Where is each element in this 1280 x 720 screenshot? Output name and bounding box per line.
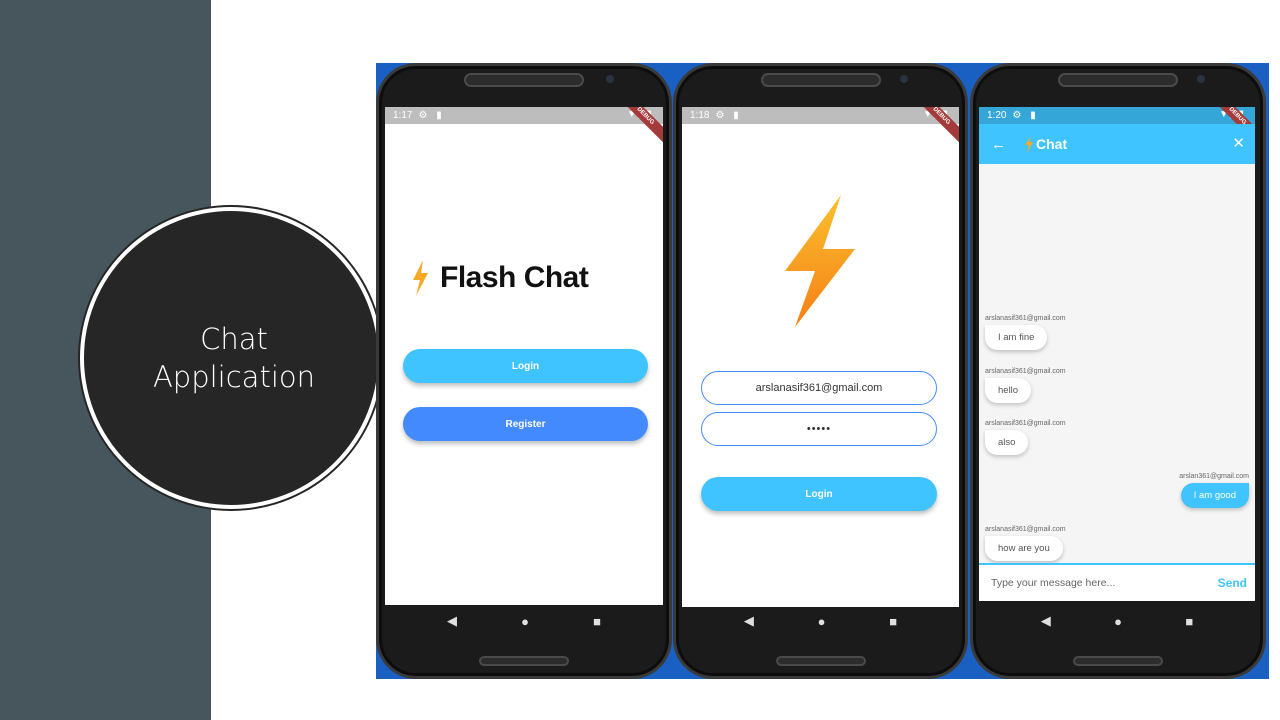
message-bubble: how are you bbox=[985, 536, 1063, 561]
phone-chat: 1:20 ⚙ ▮ ▼◢▮ DEBUG ← Chat ✕ arslanasif36… bbox=[970, 63, 1266, 679]
title-line-1: Chat bbox=[200, 322, 268, 356]
earpiece bbox=[760, 73, 881, 87]
back-nav-icon[interactable]: ◀ bbox=[744, 613, 754, 629]
back-nav-icon[interactable]: ◀ bbox=[447, 613, 457, 629]
earpiece bbox=[1058, 73, 1178, 87]
earpiece bbox=[464, 73, 584, 87]
login-screen: 1:18 ⚙ ▮ ▼◢▮ DEBUG arslanasif361@gmail.c… bbox=[682, 107, 959, 607]
title-line-2: Application bbox=[152, 360, 316, 394]
chat-title: Chat bbox=[1036, 136, 1068, 152]
front-camera bbox=[1197, 75, 1205, 83]
message-sender: arslanasif361@gmail.com bbox=[985, 315, 1066, 322]
recents-nav-icon[interactable]: ■ bbox=[593, 614, 601, 629]
lightning-bolt-icon bbox=[785, 195, 855, 327]
register-button[interactable]: Register bbox=[403, 407, 648, 441]
chat-app-bar: ← Chat ✕ bbox=[979, 124, 1255, 164]
front-camera bbox=[900, 75, 908, 83]
android-nav-bar: ◀ ● ■ bbox=[682, 604, 959, 638]
status-bar: 1:20 ⚙ ▮ ▼◢▮ DEBUG bbox=[979, 107, 1255, 149]
bottom-speaker bbox=[775, 656, 866, 666]
status-time: 1:18 bbox=[690, 110, 710, 121]
home-nav-icon[interactable]: ● bbox=[1114, 614, 1122, 629]
title-circle: Chat Application bbox=[80, 207, 382, 509]
message-bubble: hello bbox=[985, 378, 1032, 403]
status-time: 1:20 bbox=[987, 110, 1007, 121]
login-button[interactable]: Login bbox=[403, 349, 648, 383]
android-nav-bar: ◀ ● ■ bbox=[979, 604, 1255, 638]
password-field[interactable]: ••••• bbox=[701, 412, 937, 446]
message-bubble: also bbox=[985, 430, 1029, 455]
status-left-icons: ⚙ ▮ bbox=[418, 110, 445, 121]
message-sender: arslanasif361@gmail.com bbox=[985, 368, 1066, 375]
recents-nav-icon[interactable]: ■ bbox=[889, 614, 897, 629]
status-left-icons: ⚙ ▮ bbox=[715, 110, 742, 121]
phone-welcome: 1:17 ⚙ ▮ ▼◢▮ DEBUG Flash Chat Login Regi… bbox=[376, 63, 672, 679]
message-composer: Type your message here... Send bbox=[979, 563, 1255, 601]
chat-screen: 1:20 ⚙ ▮ ▼◢▮ DEBUG ← Chat ✕ arslanasif36… bbox=[979, 107, 1255, 601]
back-arrow-icon[interactable]: ← bbox=[991, 136, 1006, 153]
bottom-speaker bbox=[1073, 656, 1163, 666]
status-time: 1:17 bbox=[393, 110, 413, 121]
message-item: arslanasif361@gmail.com hello bbox=[985, 368, 1066, 403]
lightning-bolt-icon bbox=[413, 260, 428, 296]
message-sender: arslan361@gmail.com bbox=[1179, 473, 1249, 480]
message-input[interactable]: Type your message here... bbox=[991, 577, 1115, 589]
front-camera bbox=[606, 75, 614, 83]
home-nav-icon[interactable]: ● bbox=[521, 614, 529, 629]
slide: Chat Application 1:17 ⚙ ▮ ▼◢▮ DEBUG Flas… bbox=[0, 0, 1280, 720]
send-button[interactable]: Send bbox=[1218, 576, 1247, 590]
home-nav-icon[interactable]: ● bbox=[818, 614, 826, 629]
slide-title: Chat Application bbox=[84, 211, 378, 505]
bottom-speaker bbox=[479, 656, 569, 666]
close-icon[interactable]: ✕ bbox=[1232, 134, 1245, 152]
phone-login: 1:18 ⚙ ▮ ▼◢▮ DEBUG arslanasif361@gmail.c… bbox=[673, 63, 968, 679]
status-bar: 1:17 ⚙ ▮ ▼◢▮ DEBUG bbox=[385, 107, 663, 149]
android-nav-bar: ◀ ● ■ bbox=[385, 604, 663, 638]
message-item: arslanasif361@gmail.com I am fine bbox=[985, 315, 1066, 350]
debug-banner: DEBUG bbox=[612, 107, 663, 149]
status-left-icons: ⚙ ▮ bbox=[1012, 110, 1039, 121]
email-field[interactable]: arslanasif361@gmail.com bbox=[701, 371, 937, 405]
recents-nav-icon[interactable]: ■ bbox=[1185, 614, 1193, 629]
welcome-screen: 1:17 ⚙ ▮ ▼◢▮ DEBUG Flash Chat Login Regi… bbox=[385, 107, 663, 605]
message-item-own: arslan361@gmail.com I am good bbox=[1179, 473, 1249, 508]
message-sender: arslanasif361@gmail.com bbox=[985, 420, 1066, 427]
logo-text: Flash Chat bbox=[440, 261, 589, 294]
message-bubble: I am good bbox=[1180, 483, 1249, 508]
back-nav-icon[interactable]: ◀ bbox=[1041, 613, 1051, 629]
login-button[interactable]: Login bbox=[701, 477, 937, 511]
message-item: arslanasif361@gmail.com how are you bbox=[985, 526, 1066, 561]
status-bar: 1:18 ⚙ ▮ ▼◢▮ DEBUG bbox=[682, 107, 959, 149]
message-bubble: I am fine bbox=[985, 325, 1048, 350]
message-sender: arslanasif361@gmail.com bbox=[985, 526, 1066, 533]
debug-banner: DEBUG bbox=[908, 107, 959, 149]
logo: Flash Chat bbox=[410, 260, 589, 296]
lightning-bolt-icon bbox=[1025, 135, 1033, 153]
message-item: arslanasif361@gmail.com also bbox=[985, 420, 1066, 455]
